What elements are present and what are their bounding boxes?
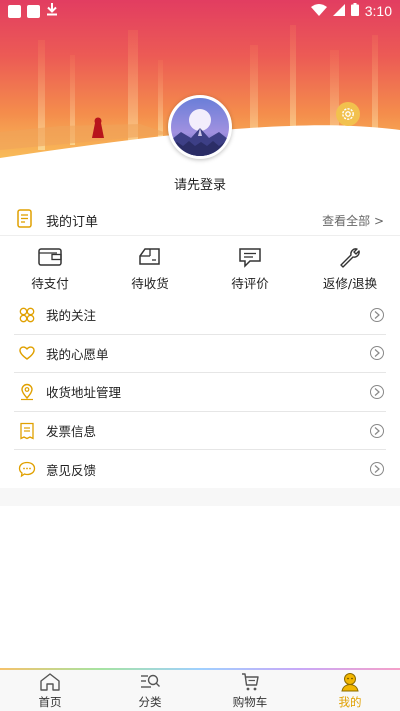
tab-category[interactable]: 分类 [100,668,200,711]
order-pending-payment[interactable]: 待支付 [0,240,100,296]
order-pending-review[interactable]: 待评价 [200,240,300,296]
order-pending-receipt-label: 待收货 [131,276,169,291]
section-divider [0,488,400,506]
status-bar: 3:10 [0,0,400,22]
order-pending-review-label: 待评价 [231,276,269,291]
wifi-icon [310,3,327,19]
notification-icon [27,4,40,18]
heart-icon [16,342,38,364]
tab-profile[interactable]: 我的 [300,668,400,711]
tab-home[interactable]: 首页 [0,668,100,711]
gear-icon [342,108,354,120]
signal-icon [332,3,345,19]
comment-icon [239,248,261,268]
battery-icon [350,3,359,19]
order-list-icon [16,208,34,233]
menu-item-label: 我的关注 [46,308,97,324]
tab-cart[interactable]: 购物车 [200,668,300,711]
menu-item-following[interactable]: 我的关注 [14,296,386,335]
avatar[interactable] [168,95,232,159]
location-icon [16,381,38,403]
orders-title: 我的订单 [46,215,99,230]
chevron-right-icon [370,346,384,361]
account-menu: 我的关注 我的心愿单 收货地址管理 发票信息 意见反馈 [14,296,386,489]
menu-item-wishlist[interactable]: 我的心愿单 [14,335,386,374]
login-prompt[interactable]: 请先登录 [0,174,400,193]
clock-time: 3:10 [364,3,392,19]
clover-icon [16,304,38,326]
chevron-right-icon [370,423,384,438]
order-repair-return-label: 返修/退换 [322,276,378,291]
avatar-image [171,98,229,156]
order-pending-payment-label: 待支付 [31,276,69,291]
order-status-row: 待支付 待收货 待评价 返修/退换 [0,240,400,296]
notification-icon [8,4,21,18]
tab-label: 分类 [138,695,162,709]
home-icon [40,673,60,691]
orders-header[interactable]: 我的订单 查看全部 > [0,206,400,236]
invoice-icon [16,420,38,442]
menu-item-feedback[interactable]: 意见反馈 [14,450,386,489]
view-all-orders-link[interactable]: 查看全部 > [322,212,384,229]
feedback-icon [16,458,38,480]
tab-label: 首页 [38,695,62,709]
download-icon [46,2,58,20]
cart-icon [242,673,259,691]
order-repair-return[interactable]: 返修/退换 [300,240,400,296]
delivery-icon [139,248,160,265]
menu-item-invoice[interactable]: 发票信息 [14,412,386,451]
wallet-icon [38,248,62,266]
menu-item-label: 我的心愿单 [46,346,109,362]
menu-item-address[interactable]: 收货地址管理 [14,373,386,412]
category-search-icon [141,674,160,688]
menu-item-label: 意见反馈 [46,462,97,478]
chevron-right-icon [370,307,384,322]
profile-icon [341,673,359,692]
tab-label: 购物车 [232,695,268,709]
settings-button[interactable] [336,102,360,126]
menu-item-label: 发票信息 [46,424,97,440]
tab-label: 我的 [338,695,362,709]
wrench-icon [340,248,360,268]
order-pending-receipt[interactable]: 待收货 [100,240,200,296]
bottom-tab-bar: 首页 分类 购物车 我的 [0,668,400,711]
chevron-right-icon [370,462,384,477]
menu-item-label: 收货地址管理 [46,385,122,401]
chevron-right-icon [370,384,384,399]
